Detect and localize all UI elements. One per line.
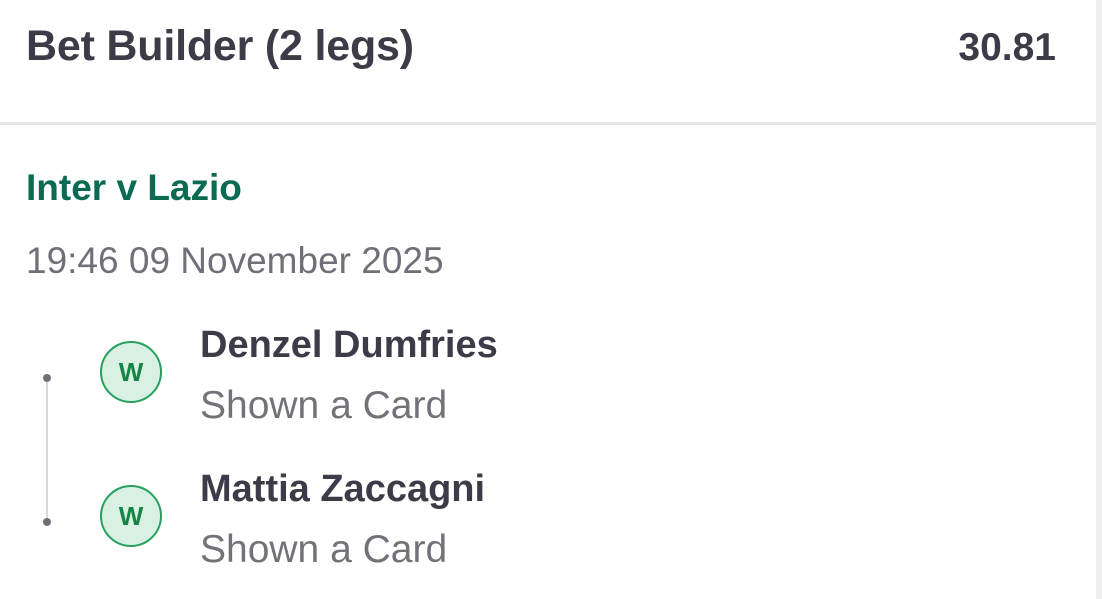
leg-market-name: Shown a Card bbox=[200, 528, 448, 571]
leg-connector-dot bbox=[43, 518, 51, 526]
win-status-icon: W bbox=[100, 485, 162, 547]
leg-market-name: Shown a Card bbox=[200, 384, 448, 427]
match-name-link[interactable]: Inter v Lazio bbox=[26, 167, 242, 209]
win-status-icon: W bbox=[100, 341, 162, 403]
legs-connector-line bbox=[46, 379, 48, 522]
leg-connector-dot bbox=[43, 374, 51, 382]
bet-odds: 30.81 bbox=[958, 26, 1056, 69]
leg-selection-name: Mattia Zaccagni bbox=[200, 468, 486, 510]
leg-selection-name: Denzel Dumfries bbox=[200, 324, 498, 366]
match-datetime: 19:46 09 November 2025 bbox=[26, 240, 444, 281]
bet-header: Bet Builder (2 legs) 30.81 bbox=[0, 0, 1096, 125]
bet-builder-card: Bet Builder (2 legs) 30.81 Inter v Lazio… bbox=[0, 0, 1102, 599]
bet-title: Bet Builder (2 legs) bbox=[26, 22, 414, 70]
